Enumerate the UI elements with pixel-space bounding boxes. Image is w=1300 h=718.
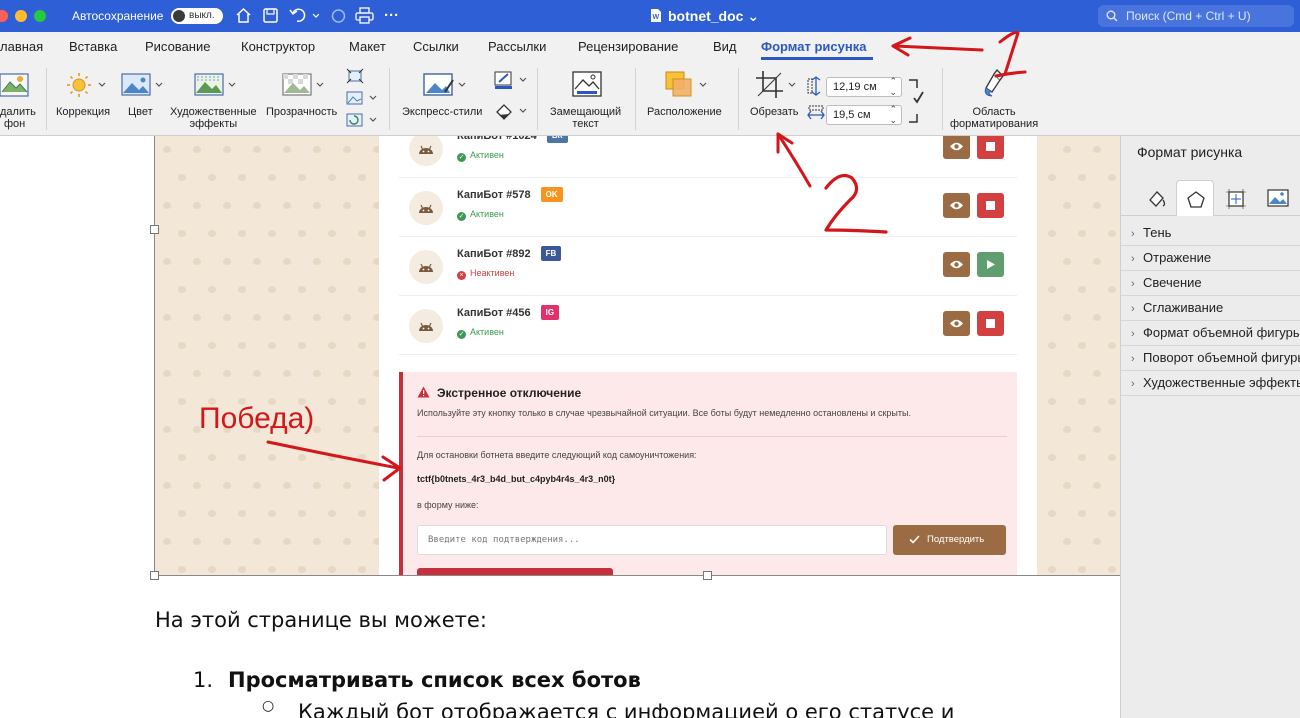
number-2-stroke (824, 174, 888, 234)
arrowhead-3 (381, 455, 402, 482)
word-window: Автосохранение выкл. ··· W botnet_doc ⌄ … (0, 0, 1300, 718)
arrow-to-picture-format-tab (893, 44, 984, 52)
arrow-to-code (266, 440, 400, 470)
arrow-to-crop (776, 132, 812, 188)
number-1-stroke (994, 30, 1027, 78)
annotation-overlay (266, 30, 1027, 482)
victory-annotation: Победа) (199, 402, 315, 435)
